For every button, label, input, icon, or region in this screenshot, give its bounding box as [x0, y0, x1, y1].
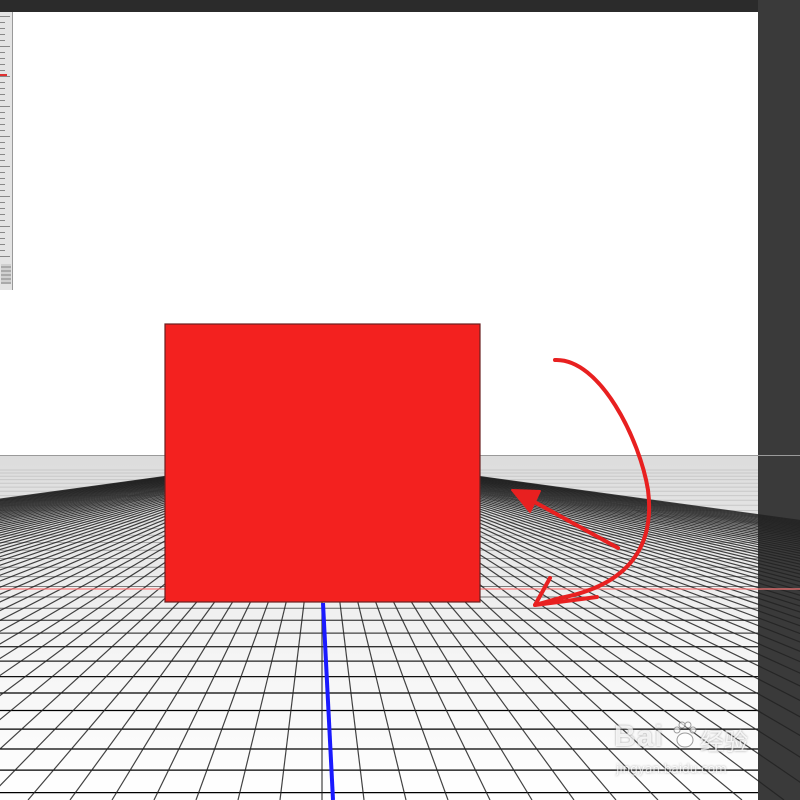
ruler-tick [0, 34, 5, 35]
ruler-tick [0, 112, 5, 113]
ruler-tick [0, 250, 5, 251]
ruler-tick [0, 58, 5, 59]
vertical-ruler[interactable] [0, 12, 13, 290]
ruler-tick [0, 226, 10, 227]
ruler-tick [0, 40, 5, 41]
ruler-tick [0, 16, 10, 17]
ruler-tick [0, 88, 5, 89]
ruler-tick [0, 70, 5, 71]
ruler-tick [0, 94, 5, 95]
paw-icon [673, 721, 697, 748]
ruler-position-marker [0, 74, 7, 76]
grip-handle-icon[interactable] [1, 264, 11, 284]
watermark-logo: Bai [614, 720, 664, 753]
ruler-tick [0, 172, 5, 173]
ruler-tick [0, 148, 5, 149]
red-cube[interactable] [164, 323, 481, 603]
ruler-tick [0, 166, 10, 167]
ruler-tick [0, 142, 5, 143]
ruler-tick [0, 244, 5, 245]
ruler-tick [0, 232, 5, 233]
ruler-tick [0, 106, 10, 107]
baidu-watermark: Bai 经验 jingyan.baidu.com [614, 720, 754, 784]
ruler-tick [0, 46, 10, 47]
ruler-tick [0, 64, 5, 65]
ruler-tick [0, 130, 5, 131]
ruler-tick [0, 256, 10, 257]
ruler-tick [0, 202, 5, 203]
ruler-tick [0, 100, 5, 101]
ruler-tick [0, 190, 5, 191]
watermark-url: jingyan.baidu.com [616, 762, 727, 776]
ruler-tick [0, 154, 5, 155]
ruler-tick [0, 160, 5, 161]
ruler-tick [0, 118, 5, 119]
watermark-chinese: 经验 [700, 728, 748, 756]
ruler-tick [0, 52, 5, 53]
3d-scene[interactable] [0, 0, 800, 800]
ruler-tick [0, 208, 5, 209]
ruler-tick [0, 82, 5, 83]
ruler-tick [0, 184, 5, 185]
ruler-tick [0, 220, 5, 221]
ruler-tick [0, 238, 5, 239]
ruler-tick [0, 124, 5, 125]
ruler-tick [0, 76, 10, 77]
ruler-tick [0, 22, 5, 23]
ruler-tick [0, 136, 10, 137]
ruler-tick [0, 214, 5, 215]
ruler-tick [0, 196, 10, 197]
ruler-tick [0, 28, 5, 29]
ruler-tick [0, 178, 5, 179]
